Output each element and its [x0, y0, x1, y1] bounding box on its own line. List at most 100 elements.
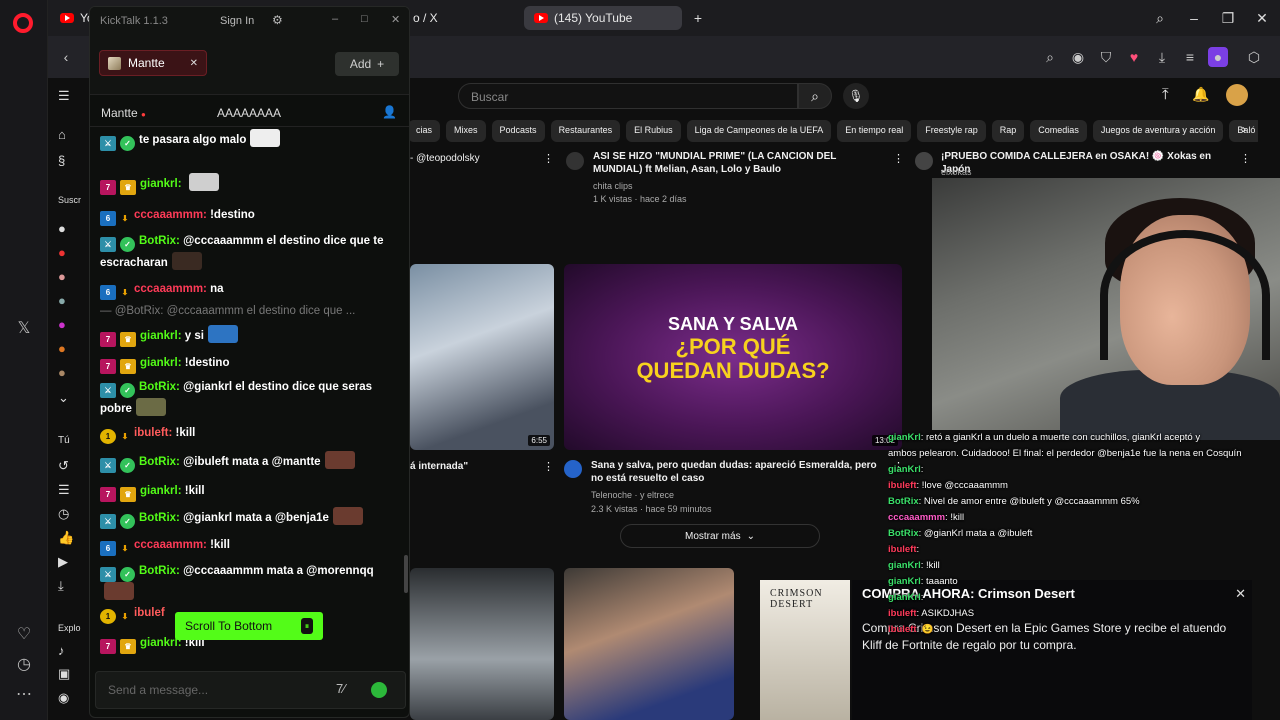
chat-username[interactable]: BotRix: [139, 381, 180, 393]
chat-username[interactable]: BotRix: [139, 456, 180, 468]
liked-icon[interactable]: 👍 [58, 528, 86, 548]
more-icon[interactable]: ⋮ [543, 460, 554, 473]
chevron-down-icon[interactable]: ⌄ [58, 388, 86, 408]
sign-in-button[interactable]: Sign In [220, 15, 254, 27]
more-icon[interactable]: ⋯ [12, 682, 36, 706]
chat-message[interactable]: 6 ⬇ cccaaammm: !kill [100, 535, 400, 556]
search-tabs-icon[interactable]: ⌕ [1150, 8, 1170, 28]
chip-1[interactable]: Mixes [446, 120, 486, 142]
channel-avatar-icon[interactable]: ● [58, 338, 86, 358]
profile-icon[interactable]: ● [1208, 47, 1228, 67]
chat-message[interactable]: 6 ⬇ cccaaammm: na [100, 279, 400, 300]
more-icon[interactable]: ⋮ [543, 152, 554, 165]
gear-icon[interactable]: ⚙ [272, 13, 283, 27]
channel-avatar[interactable] [566, 152, 584, 170]
chat-username[interactable]: giankrl: [140, 330, 182, 342]
more-icon[interactable]: ⋮ [1240, 152, 1251, 165]
chip-4[interactable]: El Rubius [626, 120, 681, 142]
chat-message[interactable]: ⚔ ✓ BotRix: @giankrl el destino dice que s… [100, 377, 400, 419]
chat-message[interactable]: 7 ♛ giankrl: [100, 173, 400, 195]
new-tab-button[interactable]: + [688, 8, 708, 28]
chat-message[interactable]: 7 ♛ giankrl: y si [100, 325, 400, 347]
chat-username[interactable]: cccaaammm: [134, 539, 207, 551]
chat-username[interactable]: BotRix: [139, 565, 180, 577]
video-thumbnail[interactable]: SANA Y SALVA ¿POR QUÉ QUEDAN DUDAS? 13:0… [564, 264, 902, 450]
shorts-icon[interactable]: § [58, 150, 86, 170]
video-title[interactable]: - @teopodolsky [410, 152, 550, 165]
live-icon[interactable]: ◉ [58, 688, 86, 708]
chip-0[interactable]: cias [408, 120, 441, 142]
opera-logo[interactable] [13, 13, 33, 33]
channel-avatar-icon[interactable]: ● [58, 218, 86, 238]
more-icon[interactable]: ⋮ [893, 152, 904, 165]
downloads-icon[interactable]: ⤓ [58, 576, 86, 596]
video-thumbnail[interactable] [410, 568, 554, 720]
maximize-icon[interactable]: □ [361, 13, 368, 25]
zoom-icon[interactable]: ⌕ [1040, 47, 1060, 67]
search-input[interactable]: Buscar [458, 83, 798, 109]
extensions-icon[interactable]: ⬡ [1244, 47, 1264, 67]
chevron-right-icon[interactable]: › [1242, 122, 1246, 136]
channel-avatar-icon[interactable]: ● [58, 266, 86, 286]
your-videos-icon[interactable]: ▶ [58, 552, 86, 572]
channel-avatar-icon[interactable]: ● [58, 362, 86, 382]
menu-icon[interactable]: ≡ [1180, 47, 1200, 67]
chat-username[interactable]: ibuleft: [134, 427, 172, 439]
chip-10[interactable]: Juegos de aventura y acción [1092, 120, 1224, 142]
chat-message[interactable]: ⚔ ✓ BotRix: @cccaaammm el destino dice que… [100, 231, 400, 273]
download-icon[interactable]: ⤓ [1152, 47, 1172, 67]
history-icon[interactable]: ◷ [12, 652, 36, 676]
hamburger-icon[interactable]: ☰ [58, 86, 86, 106]
chat-username[interactable]: BotRix: [139, 235, 180, 247]
chip-5[interactable]: Liga de Campeones de la UEFA [686, 120, 832, 142]
heart-icon[interactable]: ♡ [12, 622, 36, 646]
chat-message[interactable]: ⚔ ✓ te pasara algo malo [100, 129, 400, 151]
close-icon[interactable]: ✕ [1252, 8, 1272, 28]
chat-username[interactable]: cccaaammm: [134, 283, 207, 295]
history-icon[interactable]: ↺ [58, 456, 86, 476]
channel-avatar-icon[interactable]: ● [58, 242, 86, 262]
channel-name[interactable]: Telenoche · y eltrece [591, 489, 674, 501]
add-channel-button[interactable]: Add + [335, 52, 399, 76]
notifications-icon[interactable]: 🔔 [1192, 86, 1209, 103]
channel-name[interactable]: elxokas [941, 166, 972, 178]
chip-7[interactable]: Freestyle rap [917, 120, 986, 142]
chip-3[interactable]: Restaurantes [550, 120, 621, 142]
music-icon[interactable]: ♪ [58, 640, 86, 660]
chat-message[interactable]: 1 ⬇ ibuleft: !kill [100, 423, 400, 444]
chat-message[interactable]: ⚔ ✓ BotRix: @cccaaammm mata a @morennqq [100, 561, 400, 603]
channel-name[interactable]: chita clips [593, 180, 633, 192]
show-more-button[interactable]: Mostrar más ⌄ [620, 524, 820, 548]
watch-later-icon[interactable]: ◷ [58, 504, 86, 524]
video-thumbnail[interactable]: 6:55 [410, 264, 554, 450]
avatar[interactable] [1226, 84, 1248, 106]
close-tab-icon[interactable]: ✕ [190, 58, 198, 69]
chip-6[interactable]: En tiempo real [837, 120, 912, 142]
chat-messages[interactable]: ⚔ ✓ te pasara algo malo 7 ♛ giankrl: 6 ⬇ cccaaa… [90, 129, 409, 663]
tab-mantte[interactable]: Mantte ✕ [99, 50, 207, 76]
chat-username[interactable]: giankrl: [140, 357, 182, 369]
close-icon[interactable]: ✕ [391, 13, 400, 26]
reply-preview[interactable]: — @BotRix: @cccaaammm el destino dice qu… [100, 305, 355, 317]
channel-avatar-icon[interactable]: ● [58, 290, 86, 310]
channel-avatar[interactable] [564, 460, 582, 478]
chat-username[interactable]: giankrl: [140, 485, 182, 497]
channel-avatar-icon[interactable]: ● [58, 314, 86, 334]
video-title[interactable]: ¡PRUEBO COMIDA CALLEJERA en OSAKA! 🍥 Xok… [941, 150, 1241, 176]
x-twitter-icon[interactable]: 𝕏 [12, 316, 36, 340]
minimize-icon[interactable]: – [332, 13, 338, 25]
video-title[interactable]: á internada" [410, 460, 530, 473]
kick-emote-icon[interactable] [371, 682, 387, 698]
back-icon[interactable]: ‹ [56, 47, 76, 67]
chat-message[interactable]: 7 ♛ giankrl: !destino [100, 353, 400, 374]
shield-icon[interactable]: ⛉ [1096, 47, 1116, 67]
channel-avatar[interactable] [915, 152, 933, 170]
video-title[interactable]: Sana y salva, pero quedan dudas: apareci… [591, 459, 881, 485]
chat-message[interactable]: 6 ⬇ cccaaammm: !destino [100, 205, 400, 226]
camera-icon[interactable]: ◉ [1068, 47, 1088, 67]
minimize-icon[interactable]: – [1184, 8, 1204, 28]
scrollbar[interactable] [404, 555, 408, 593]
gaming-icon[interactable]: ▣ [58, 664, 86, 684]
scroll-to-bottom-button[interactable]: Scroll To Bottom ⏸ [175, 612, 323, 640]
chat-message[interactable]: ⚔ ✓ BotRix: @giankrl mata a @benja1e [100, 507, 400, 529]
